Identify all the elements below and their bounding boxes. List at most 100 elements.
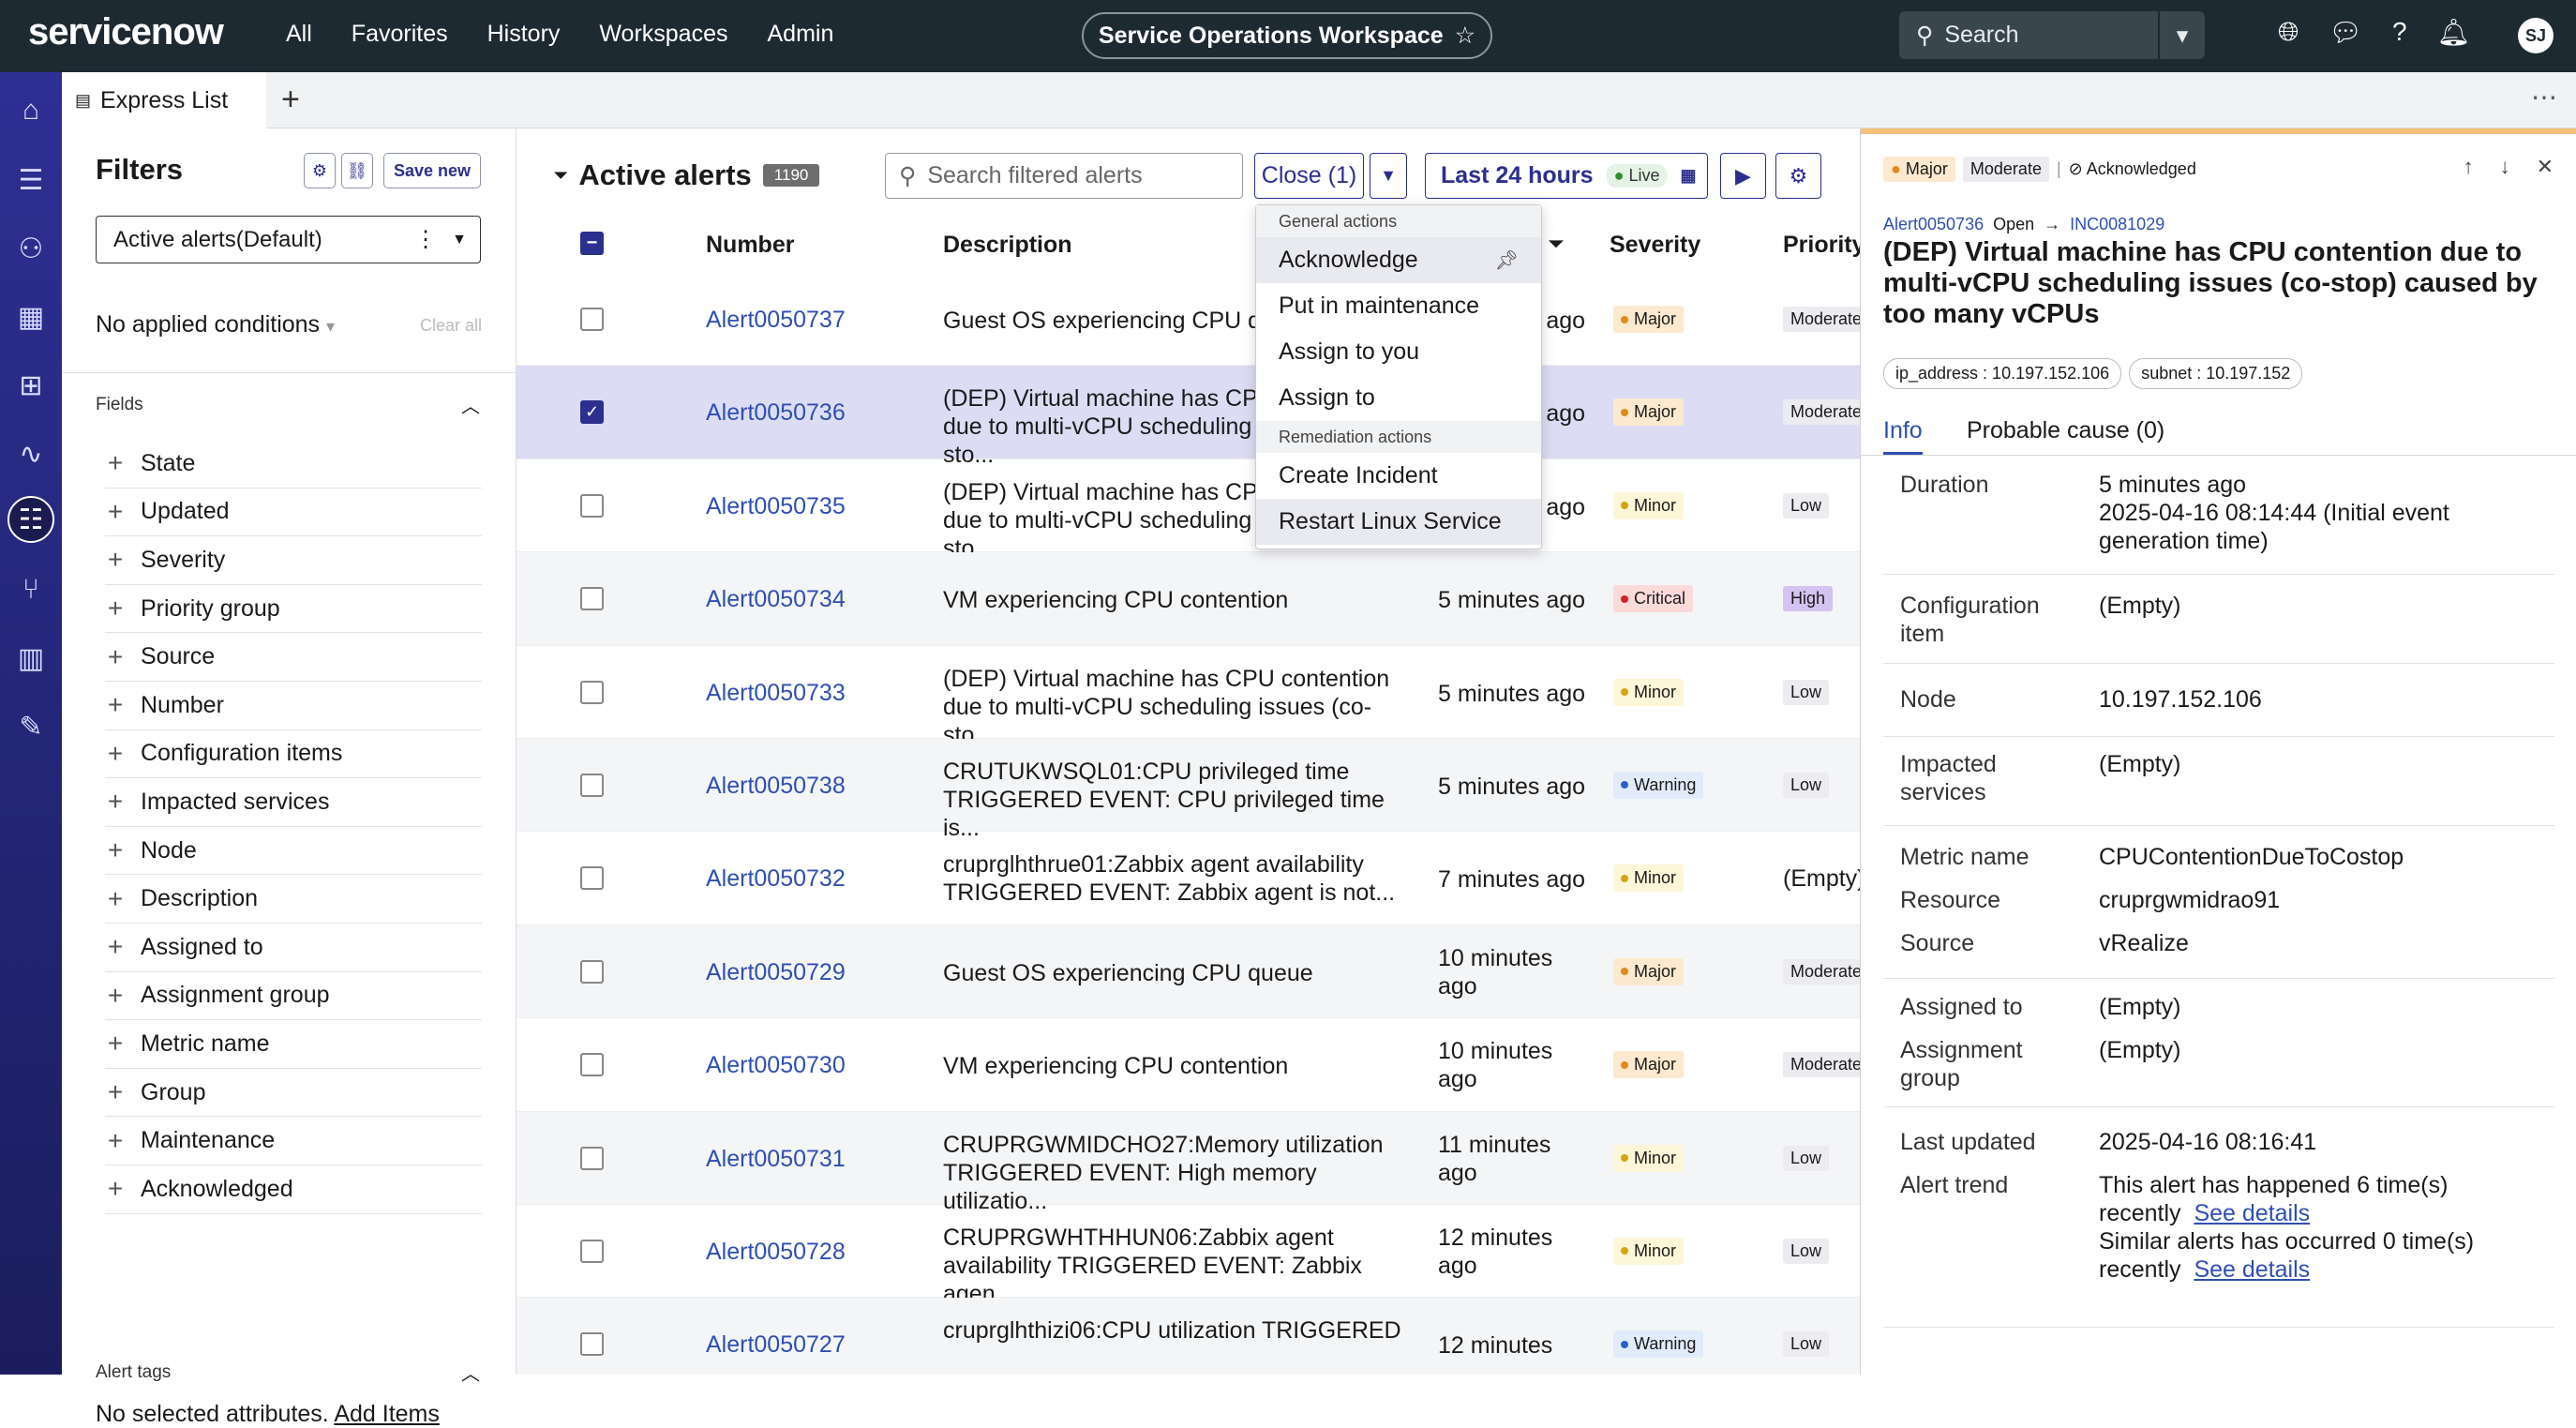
- table-row[interactable]: ✓ Alert0050736 (DEP) Virtual machine has C…: [517, 366, 1860, 468]
- close-dropdown-button[interactable]: ▼: [1370, 153, 1407, 199]
- field-assigned-to[interactable]: + Assigned to: [105, 924, 482, 972]
- incident-link[interactable]: INC0081029: [2070, 215, 2164, 234]
- row-checkbox[interactable]: [580, 1053, 604, 1077]
- gear-icon[interactable]: ⚙︎: [1775, 153, 1821, 199]
- row-checkbox[interactable]: [580, 773, 604, 797]
- table-row[interactable]: Alert0050733 (DEP) Virtual machine has CP…: [517, 646, 1860, 748]
- team-icon[interactable]: ⚇: [7, 225, 54, 272]
- row-checkbox[interactable]: [580, 1332, 604, 1357]
- menu-item-assign-to[interactable]: Assign to: [1256, 375, 1541, 421]
- save-new-button[interactable]: Save new: [383, 153, 481, 188]
- alert-number-link[interactable]: Alert0050732: [706, 865, 846, 893]
- select-all-checkbox[interactable]: −: [580, 232, 604, 255]
- bar-chart-icon[interactable]: ▥: [7, 635, 54, 682]
- global-search[interactable]: ⚲ Search ▾: [1899, 11, 2205, 59]
- menu-item-put-in-maintenance[interactable]: Put in maintenance: [1256, 283, 1541, 329]
- row-checkbox[interactable]: [580, 680, 604, 704]
- chat-icon[interactable]: 💬︎: [2329, 17, 2362, 48]
- home-icon[interactable]: ⌂: [7, 87, 54, 134]
- list-icon[interactable]: ☰: [7, 157, 54, 203]
- table-row[interactable]: Alert0050738 CRUTUKWSQL01:CPU privileged …: [517, 738, 1860, 841]
- alert-number-link[interactable]: Alert0050728: [706, 1239, 846, 1266]
- time-range-button[interactable]: Last 24 hours ● Live ▦: [1425, 153, 1708, 199]
- table-row[interactable]: Alert0050730 VM experiencing CPU contenti…: [517, 1018, 1860, 1112]
- field-priority-group[interactable]: + Priority group: [105, 585, 482, 634]
- field-acknowledged[interactable]: + Acknowledged: [105, 1165, 482, 1214]
- servicenow-logo[interactable]: servicenow: [28, 11, 224, 53]
- field-updated[interactable]: + Updated: [105, 489, 482, 537]
- column-number[interactable]: Number: [706, 232, 794, 259]
- alert-number-link[interactable]: Alert0050736: [1883, 215, 1984, 234]
- pin-icon[interactable]: 📌︎: [1495, 248, 1519, 272]
- filter-settings-button[interactable]: ⚙︎: [304, 153, 336, 188]
- subnet-chip[interactable]: subnet : 10.197.152: [2129, 358, 2303, 389]
- field-assignment-group[interactable]: + Assignment group: [105, 972, 482, 1021]
- column-priority[interactable]: Priority: [1783, 232, 1860, 259]
- menu-item-assign-to-you[interactable]: Assign to you: [1256, 329, 1541, 375]
- table-row[interactable]: Alert0050728 CRUPRGWHTHHUN06:Zabbix agent…: [517, 1205, 1860, 1307]
- row-checkbox[interactable]: ✓: [580, 400, 604, 425]
- alert-number-link[interactable]: Alert0050734: [706, 586, 846, 613]
- close-button[interactable]: Close (1): [1254, 153, 1364, 199]
- field-source[interactable]: + Source: [105, 633, 482, 682]
- see-details-link[interactable]: See details: [2194, 1200, 2310, 1226]
- nav-all[interactable]: All: [286, 21, 312, 48]
- close-icon[interactable]: ✕: [2537, 155, 2554, 179]
- row-checkbox[interactable]: [580, 866, 604, 891]
- branch-icon[interactable]: ⑂: [7, 566, 54, 613]
- alert-number-link[interactable]: Alert0050731: [706, 1146, 846, 1173]
- search-filtered-input[interactable]: Search filtered alerts: [927, 162, 1142, 189]
- add-items-link[interactable]: Add Items: [334, 1401, 440, 1427]
- arrow-down-icon[interactable]: ↓: [2500, 155, 2510, 179]
- menu-item-create-incident[interactable]: Create Incident: [1256, 453, 1541, 499]
- row-checkbox[interactable]: [580, 1239, 604, 1263]
- menu-item-acknowledge[interactable]: Acknowledge 📌︎: [1256, 237, 1541, 283]
- filter-select[interactable]: Active alerts(Default) ⋮ ▼: [96, 216, 481, 263]
- see-details-link[interactable]: See details: [2194, 1256, 2310, 1283]
- clear-all-button[interactable]: Clear all: [420, 316, 482, 336]
- alert-number-link[interactable]: Alert0050727: [706, 1331, 846, 1359]
- more-icon[interactable]: ⋯: [2531, 82, 2557, 113]
- field-configuration-items[interactable]: + Configuration items: [105, 730, 482, 779]
- field-group[interactable]: + Group: [105, 1069, 482, 1118]
- alert-number-link[interactable]: Alert0050729: [706, 959, 846, 986]
- row-checkbox[interactable]: [580, 1146, 604, 1170]
- field-number[interactable]: + Number: [105, 682, 482, 730]
- tab-express-list[interactable]: ▤ Express List: [62, 72, 266, 128]
- field-metric-name[interactable]: + Metric name: [105, 1020, 482, 1069]
- column-severity[interactable]: Severity: [1610, 232, 1700, 259]
- chevron-up-icon[interactable]: ︿: [461, 391, 480, 418]
- add-tab-button[interactable]: +: [281, 82, 300, 118]
- global-search-input[interactable]: Search: [1944, 22, 2018, 49]
- alert-number-link[interactable]: Alert0050738: [706, 773, 846, 800]
- alert-number-link[interactable]: Alert0050733: [706, 680, 846, 707]
- row-checkbox[interactable]: [580, 493, 604, 518]
- filter-icon[interactable]: ⏷: [554, 166, 567, 186]
- search-filtered-alerts[interactable]: ⚲ Search filtered alerts: [885, 153, 1243, 199]
- pulse-icon[interactable]: ∿: [7, 430, 54, 477]
- alert-number-link[interactable]: Alert0050736: [706, 399, 846, 427]
- arrow-up-icon[interactable]: ↑: [2464, 155, 2474, 179]
- star-icon[interactable]: ☆: [1455, 22, 1475, 50]
- chevron-up-icon[interactable]: ︿: [461, 1359, 480, 1386]
- row-checkbox[interactable]: [580, 587, 604, 611]
- chevron-down-icon[interactable]: ▼: [452, 232, 467, 248]
- globe-icon[interactable]: 🌐︎: [2278, 17, 2299, 48]
- nav-favorites[interactable]: Favorites: [352, 21, 448, 48]
- table-row[interactable]: Alert0050731 CRUPRGWMIDCHO27:Memory utili…: [517, 1111, 1860, 1214]
- table-row[interactable]: Alert0050737 Guest OS experiencing CPU qu…: [517, 273, 1860, 367]
- filter-icon[interactable]: ⏷: [1548, 232, 1565, 256]
- table-row[interactable]: Alert0050734 VM experiencing CPU contenti…: [517, 552, 1860, 646]
- nav-workspaces[interactable]: Workspaces: [599, 21, 727, 48]
- calendar-clock-icon[interactable]: ▦: [7, 293, 54, 340]
- alert-number-link[interactable]: Alert0050730: [706, 1052, 846, 1079]
- nav-history[interactable]: History: [487, 21, 561, 48]
- table-row[interactable]: Alert0050727 cruprglhthizi06:CPU utilizat…: [517, 1298, 1860, 1375]
- row-checkbox[interactable]: [580, 308, 604, 331]
- field-maintenance[interactable]: + Maintenance: [105, 1117, 482, 1165]
- search-scope-dropdown[interactable]: ▾: [2158, 11, 2205, 59]
- field-severity[interactable]: + Severity: [105, 536, 482, 585]
- table-row[interactable]: Alert0050735 (DEP) Virtual machine has CP…: [517, 459, 1860, 562]
- tab-info[interactable]: Info: [1883, 417, 1923, 455]
- workspace-switcher[interactable]: Service Operations Workspace ☆: [1082, 12, 1492, 59]
